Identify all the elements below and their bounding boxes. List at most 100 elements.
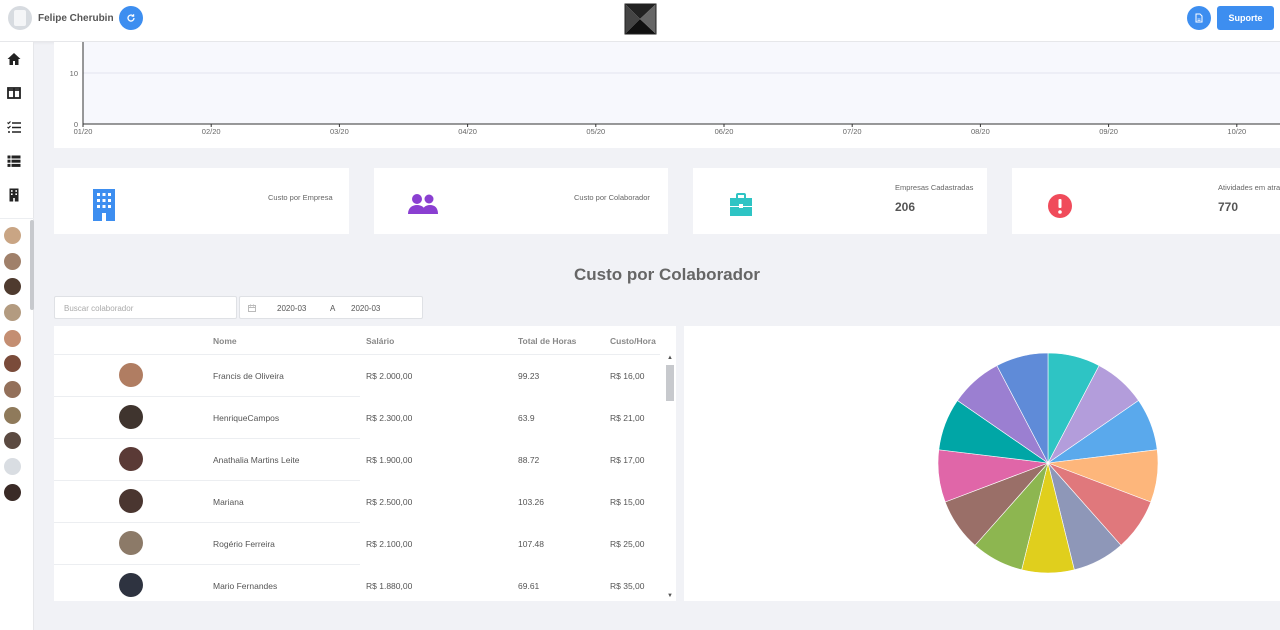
salary-value: R$ 2.100,00 bbox=[366, 539, 413, 549]
stat-label: Atividades em atra bbox=[1218, 183, 1280, 192]
avatar bbox=[119, 489, 143, 513]
hours-value: 88.72 bbox=[518, 455, 540, 465]
users-icon bbox=[408, 194, 438, 214]
date-separator: A bbox=[330, 304, 336, 313]
stat-label: Custo por Colaborador bbox=[574, 193, 650, 202]
task-list-icon[interactable] bbox=[6, 119, 22, 135]
app-logo bbox=[624, 3, 657, 35]
calendar-icon bbox=[248, 304, 256, 312]
top-bar: Felipe Cherubin Suporte bbox=[0, 0, 1280, 42]
support-button[interactable]: Suporte bbox=[1217, 6, 1274, 30]
avatar bbox=[119, 363, 143, 387]
collaborator-name: HenriqueCampos bbox=[213, 413, 280, 423]
home-icon[interactable] bbox=[6, 51, 22, 67]
sidebar bbox=[0, 42, 34, 630]
date-range-picker[interactable]: 2020-03 A 2020-03 bbox=[239, 296, 423, 319]
list-icon[interactable] bbox=[6, 153, 22, 169]
stat-card-late-activities[interactable]: Atividades em atra 770 bbox=[1012, 168, 1280, 234]
collaborator-name: Mariana bbox=[213, 497, 244, 507]
date-to[interactable]: 2020-03 bbox=[351, 304, 380, 313]
x-tick-label: 03/20 bbox=[330, 127, 349, 136]
x-tick-label: 07/20 bbox=[843, 127, 862, 136]
collaborator-avatar[interactable] bbox=[4, 381, 21, 398]
table-scrollbar[interactable]: ▲ ▼ bbox=[664, 354, 676, 601]
scroll-up-arrow-icon[interactable]: ▲ bbox=[667, 355, 673, 361]
hours-chart: 10 0 01/20 02/20 03/20 04/20 05/20 06/20 07/20 08… bbox=[54, 42, 1280, 148]
building-icon bbox=[93, 189, 115, 221]
sidebar-divider bbox=[0, 218, 34, 219]
salary-value: R$ 2.000,00 bbox=[366, 371, 413, 381]
stat-label: Empresas Cadastradas bbox=[895, 183, 974, 192]
stat-card-company-cost[interactable]: Custo por Empresa bbox=[54, 168, 349, 234]
hours-value: 99.23 bbox=[518, 371, 540, 381]
collaborator-name: Mario Fernandes bbox=[213, 581, 278, 591]
table-row[interactable]: Mario Fernandes R$ 1.880,00 69.61 R$ 35,00 bbox=[54, 565, 660, 601]
salary-value: R$ 1.880,00 bbox=[366, 581, 413, 591]
hours-value: 69.61 bbox=[518, 581, 540, 591]
briefcase-icon bbox=[730, 193, 752, 216]
cost-per-hour-value: R$ 35,00 bbox=[610, 581, 645, 591]
section-title: Custo por Colaborador bbox=[573, 265, 761, 284]
user-name[interactable]: Felipe Cherubin bbox=[38, 13, 114, 24]
collaborator-name: Rogério Ferreira bbox=[213, 539, 275, 549]
x-tick-label: 05/20 bbox=[586, 127, 605, 136]
cost-per-hour-value: R$ 25,00 bbox=[610, 539, 645, 549]
stat-card-registered-companies[interactable]: Empresas Cadastradas 206 bbox=[693, 168, 987, 234]
table-row[interactable]: Francis de Oliveira R$ 2.000,00 99.23 R$ 16… bbox=[54, 355, 660, 397]
collaborator-avatar[interactable] bbox=[4, 355, 21, 372]
cost-per-hour-value: R$ 16,00 bbox=[610, 371, 645, 381]
collaborator-avatar[interactable] bbox=[4, 484, 21, 501]
x-tick-label: 09/20 bbox=[1099, 127, 1118, 136]
avatar bbox=[119, 573, 143, 597]
stat-value: 206 bbox=[895, 200, 916, 214]
column-header-hours[interactable]: Total de Horas bbox=[518, 336, 576, 346]
search-input[interactable]: Buscar colaborador bbox=[54, 296, 237, 319]
scroll-down-arrow-icon[interactable]: ▼ bbox=[667, 593, 673, 599]
cost-per-hour-value: R$ 15,00 bbox=[610, 497, 645, 507]
salary-value: R$ 1.900,00 bbox=[366, 455, 413, 465]
x-tick-label: 04/20 bbox=[458, 127, 477, 136]
cost-per-hour-value: R$ 17,00 bbox=[610, 455, 645, 465]
table-row[interactable]: Anathalia Martins Leite R$ 1.900,00 88.72 R… bbox=[54, 439, 660, 481]
table-row[interactable]: Rogério Ferreira R$ 2.100,00 107.48 R$ 25,0… bbox=[54, 523, 660, 565]
document-button[interactable] bbox=[1187, 6, 1211, 30]
x-tick-label: 10/20 bbox=[1227, 127, 1246, 136]
refresh-button[interactable] bbox=[119, 6, 143, 30]
stat-card-collaborator-cost[interactable]: Custo por Colaborador bbox=[374, 168, 668, 234]
x-tick-label: 01/20 bbox=[74, 127, 93, 136]
hours-value: 103.26 bbox=[518, 497, 544, 507]
collaborator-table: Nome Salário Total de Horas Custo/Hora F… bbox=[54, 326, 676, 601]
table-row[interactable]: Mariana R$ 2.500,00 103.26 R$ 15,00 bbox=[54, 481, 660, 523]
document-icon bbox=[1195, 13, 1203, 23]
collaborator-avatar[interactable] bbox=[4, 330, 21, 347]
collaborator-avatar[interactable] bbox=[4, 432, 21, 449]
salary-value: R$ 2.300,00 bbox=[366, 413, 413, 423]
stat-label: Custo por Empresa bbox=[268, 193, 333, 202]
cost-per-hour-value: R$ 21,00 bbox=[610, 413, 645, 423]
collaborator-name: Francis de Oliveira bbox=[213, 371, 284, 381]
column-header-salary[interactable]: Salário bbox=[366, 336, 394, 346]
column-header-name[interactable]: Nome bbox=[213, 336, 237, 346]
line-chart: 10001/20 02/20 03/20 04/20 05/20 06/20 07/20 08… bbox=[70, 42, 1280, 136]
user-avatar[interactable] bbox=[8, 6, 32, 30]
hours-value: 63.9 bbox=[518, 413, 535, 423]
collaborator-avatar[interactable] bbox=[4, 407, 21, 424]
column-header-cost[interactable]: Custo/Hora bbox=[610, 336, 656, 346]
building-icon[interactable] bbox=[6, 187, 22, 203]
x-tick-label: 08/20 bbox=[971, 127, 990, 136]
date-from[interactable]: 2020-03 bbox=[277, 304, 306, 313]
columns-icon[interactable] bbox=[6, 85, 22, 101]
salary-value: R$ 2.500,00 bbox=[366, 497, 413, 507]
stat-value: 770 bbox=[1218, 200, 1239, 214]
collaborator-avatar[interactable] bbox=[4, 458, 21, 475]
alert-icon bbox=[1048, 194, 1072, 218]
avatar bbox=[119, 447, 143, 471]
hours-value: 107.48 bbox=[518, 539, 544, 549]
table-row[interactable]: HenriqueCampos R$ 2.300,00 63.9 R$ 21,00 bbox=[54, 397, 660, 439]
refresh-icon bbox=[127, 14, 135, 22]
collaborator-avatar[interactable] bbox=[4, 304, 21, 321]
collaborator-avatar[interactable] bbox=[4, 227, 21, 244]
collaborator-name: Anathalia Martins Leite bbox=[213, 455, 300, 465]
scrollbar-thumb[interactable] bbox=[666, 365, 674, 401]
plot-area bbox=[83, 42, 1280, 124]
